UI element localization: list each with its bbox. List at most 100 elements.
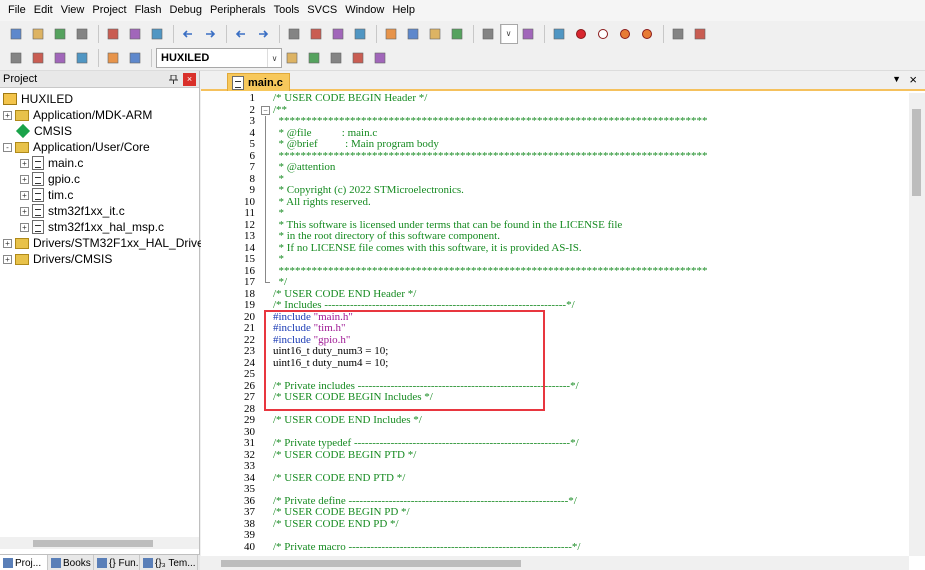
panel-horizontal-scrollbar[interactable] xyxy=(0,537,199,549)
tab-main-c[interactable]: main.c xyxy=(227,73,290,91)
save-icon[interactable] xyxy=(50,24,70,44)
menu-project[interactable]: Project xyxy=(90,0,132,21)
copy-icon[interactable] xyxy=(125,24,145,44)
build-icon[interactable] xyxy=(28,48,48,68)
tree-item-tim-c[interactable]: + tim.c xyxy=(0,187,199,203)
toolbar-separator xyxy=(279,24,280,43)
menu-peripherals[interactable]: Peripherals xyxy=(208,0,272,21)
close-tab-icon[interactable]: × xyxy=(909,72,917,87)
code-text: /* USER CODE END PD */ xyxy=(273,518,399,531)
expand-icon[interactable]: + xyxy=(3,238,12,248)
project-root-icon xyxy=(3,93,17,105)
vertical-scrollbar[interactable] xyxy=(909,93,925,556)
nav-back-icon[interactable] xyxy=(231,24,251,44)
select-packs-icon[interactable] xyxy=(370,48,390,68)
batch-build-icon[interactable] xyxy=(72,48,92,68)
open-icon[interactable] xyxy=(28,24,48,44)
code-token-comment: /* Private typedef ---------------------… xyxy=(273,437,579,449)
tree-item-drivers-cmsis[interactable]: + Drivers/CMSIS xyxy=(0,251,199,267)
find-in-files-icon[interactable] xyxy=(478,24,498,44)
breakpoint-icon[interactable] xyxy=(571,24,591,44)
event-recorder-icon[interactable] xyxy=(326,48,346,68)
expand-icon[interactable]: + xyxy=(20,222,29,232)
find-combo[interactable]: ∨ xyxy=(500,23,518,44)
redo-icon[interactable] xyxy=(200,24,220,44)
tree-item-stm32f1xx-it-c[interactable]: + stm32f1xx_it.c xyxy=(0,203,199,219)
tree-item-cmsis[interactable]: CMSIS xyxy=(0,123,199,139)
tree-item-gpio-c[interactable]: + gpio.c xyxy=(0,171,199,187)
bottom-tab-1[interactable]: Books xyxy=(48,555,94,570)
settings-icon[interactable] xyxy=(690,24,710,44)
nav-forward-icon[interactable] xyxy=(253,24,273,44)
menu-debug[interactable]: Debug xyxy=(168,0,208,21)
breakpoint-kill-icon[interactable] xyxy=(637,24,657,44)
cut-icon[interactable] xyxy=(103,24,123,44)
bookmark-clear-icon[interactable] xyxy=(350,24,370,44)
tree-item-main-c[interactable]: + main.c xyxy=(0,155,199,171)
expand-icon[interactable]: + xyxy=(3,254,12,264)
fold-collapse-icon[interactable]: − xyxy=(261,105,270,115)
toolbar-separator xyxy=(151,49,152,67)
bookmark-next-icon[interactable] xyxy=(328,24,348,44)
code-token-comment: * Copyright (c) 2022 STMicroelectronics. xyxy=(273,184,464,196)
pack-installer-icon[interactable] xyxy=(348,48,368,68)
expand-icon[interactable]: + xyxy=(3,110,12,120)
menu-view[interactable]: View xyxy=(59,0,91,21)
menu-flash[interactable]: Flash xyxy=(133,0,168,21)
close-panel-button[interactable]: × xyxy=(183,72,196,86)
tree-item-application-mdk-arm[interactable]: + Application/MDK-ARM xyxy=(0,107,199,123)
bottom-tab-label: {}₃ Tem... xyxy=(155,557,196,569)
expand-icon[interactable]: + xyxy=(20,206,29,216)
paste-icon[interactable] xyxy=(147,24,167,44)
menu-window[interactable]: Window xyxy=(343,0,390,21)
target-select[interactable]: HUXILED ∨ xyxy=(156,48,282,68)
horizontal-scroll-thumb[interactable] xyxy=(221,560,521,567)
tree-item-label: Drivers/STM32F1xx_HAL_Driver xyxy=(33,236,208,250)
expand-icon[interactable]: + xyxy=(20,190,29,200)
save-all-icon[interactable] xyxy=(72,24,92,44)
breakpoint-clear-icon[interactable] xyxy=(615,24,635,44)
new-file-icon[interactable] xyxy=(6,24,26,44)
comment-icon[interactable] xyxy=(425,24,445,44)
menu-tools[interactable]: Tools xyxy=(272,0,306,21)
menu-edit[interactable]: Edit xyxy=(32,0,59,21)
bottom-tab-3[interactable]: {}₃ Tem... xyxy=(140,555,198,570)
bookmark-icon[interactable] xyxy=(284,24,304,44)
menu-help[interactable]: Help xyxy=(390,0,421,21)
tab-list-dropdown-icon[interactable]: ▼ xyxy=(892,74,901,84)
chevron-down-icon[interactable]: ∨ xyxy=(267,49,281,67)
code-token-comment: /* USER CODE END Includes */ xyxy=(273,414,422,426)
download-icon[interactable] xyxy=(125,48,145,68)
vertical-scroll-thumb[interactable] xyxy=(912,109,921,196)
uncomment-icon[interactable] xyxy=(447,24,467,44)
pin-icon[interactable] xyxy=(167,73,180,86)
unindent-icon[interactable] xyxy=(403,24,423,44)
menu-file[interactable]: File xyxy=(6,0,32,21)
bottom-tab-0[interactable]: Proj... xyxy=(0,555,48,570)
expand-icon[interactable]: + xyxy=(20,174,29,184)
chevron-down-icon[interactable]: ∨ xyxy=(501,24,515,43)
window-layout-icon[interactable] xyxy=(668,24,688,44)
debug-icon[interactable] xyxy=(549,24,569,44)
expand-icon[interactable]: + xyxy=(20,158,29,168)
panel-scroll-thumb[interactable] xyxy=(33,540,153,547)
code-editor[interactable]: 1/* USER CODE BEGIN Header */2−/** 3 ****… xyxy=(201,93,909,556)
undo-icon[interactable] xyxy=(178,24,198,44)
translate-icon[interactable] xyxy=(6,48,26,68)
menu-svcs[interactable]: SVCS xyxy=(305,0,343,21)
bookmark-prev-icon[interactable] xyxy=(306,24,326,44)
bottom-tab-2[interactable]: {} Fun... xyxy=(94,555,140,570)
horizontal-scrollbar[interactable] xyxy=(201,556,909,570)
tree-item-stm32f1xx-hal-msp-c[interactable]: + stm32f1xx_hal_msp.c xyxy=(0,219,199,235)
incremental-find-icon[interactable] xyxy=(518,24,538,44)
collapse-icon[interactable]: - xyxy=(3,142,12,152)
rebuild-icon[interactable] xyxy=(50,48,70,68)
indent-icon[interactable] xyxy=(381,24,401,44)
tree-item-huxiled[interactable]: HUXILED xyxy=(0,91,199,107)
stop-build-icon[interactable] xyxy=(103,48,123,68)
tree-item-application-user-core[interactable]: - Application/User/Core xyxy=(0,139,199,155)
target-options-icon[interactable] xyxy=(282,48,302,68)
breakpoint-disable-icon[interactable] xyxy=(593,24,613,44)
tree-item-drivers-stm32f1xx-hal-driver[interactable]: + Drivers/STM32F1xx_HAL_Driver xyxy=(0,235,208,251)
manage-components-icon[interactable] xyxy=(304,48,324,68)
